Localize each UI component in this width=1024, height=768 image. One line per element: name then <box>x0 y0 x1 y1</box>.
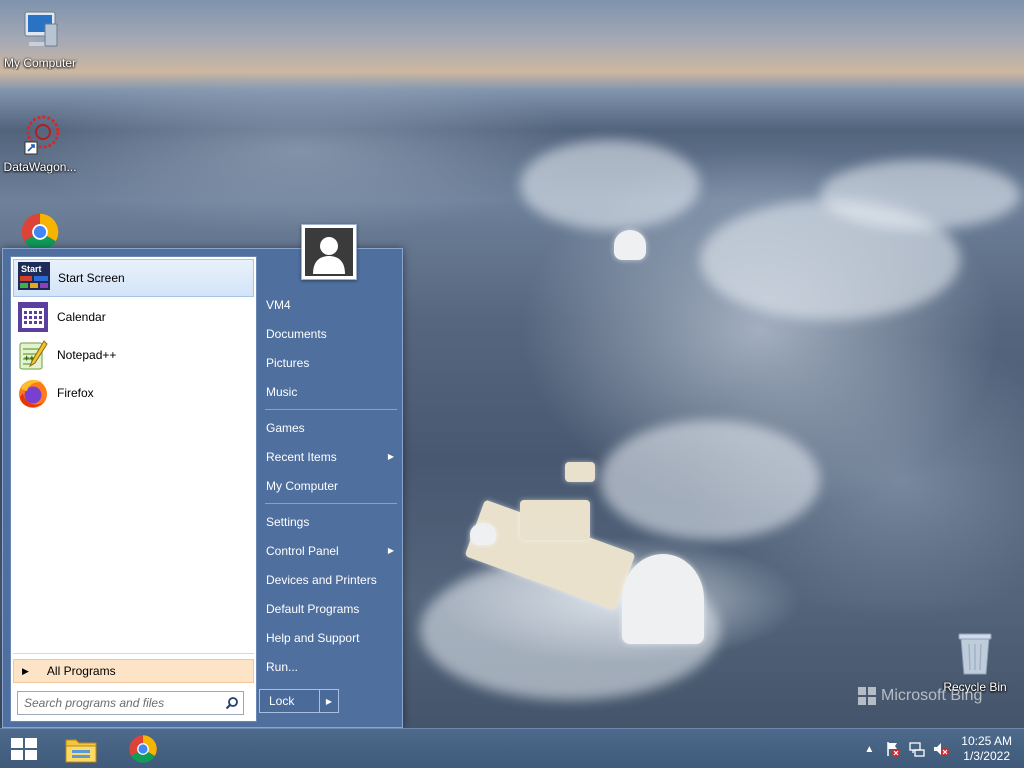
desktop-icon-datawagon[interactable]: DataWagon... <box>0 112 80 174</box>
chrome-icon <box>21 213 59 251</box>
right-item-label: Settings <box>266 514 310 529</box>
action-center-flag-icon[interactable] <box>883 739 903 759</box>
user-avatar[interactable] <box>301 224 357 280</box>
lock-button-group: Lock ▶ <box>259 689 339 713</box>
clock-time: 10:25 AM <box>961 734 1012 748</box>
right-item-label: Devices and Printers <box>266 572 377 587</box>
start-menu: Start Start Screen Calendar ++ Notepad++… <box>2 224 403 728</box>
recycle-bin-icon <box>958 633 992 675</box>
watermark-text: Microsoft Bing <box>881 687 983 704</box>
program-label: Calendar <box>57 310 106 324</box>
right-item-documents[interactable]: Documents <box>260 319 398 348</box>
taskbar: ▲ 10:25 AM 1/3/2022 <box>0 728 1024 768</box>
program-calendar[interactable]: Calendar <box>13 298 254 336</box>
right-item-label: Recent Items <box>266 449 337 464</box>
start-menu-programs-pane: Start Start Screen Calendar ++ Notepad++… <box>10 256 257 722</box>
right-item-settings[interactable]: Settings <box>260 507 398 536</box>
divider <box>265 409 397 410</box>
start-screen-icon: Start <box>18 262 50 290</box>
right-item-label: Music <box>266 384 298 399</box>
right-item-my-computer[interactable]: My Computer <box>260 471 398 500</box>
right-item-label: Documents <box>266 326 327 341</box>
desktop-icon-label: My Computer <box>3 56 77 70</box>
volume-muted-icon[interactable] <box>931 739 951 759</box>
start-button[interactable] <box>2 731 46 767</box>
program-label: Firefox <box>57 386 94 400</box>
folder-icon <box>65 739 97 763</box>
taskbar-chrome[interactable] <box>121 731 165 767</box>
right-item-label: VM4 <box>266 297 291 312</box>
right-item-label: Help and Support <box>266 630 360 645</box>
right-item-label: Games <box>266 420 305 435</box>
program-start-screen[interactable]: Start Start Screen <box>13 259 254 297</box>
all-programs-button[interactable]: ▶ All Programs <box>13 659 254 683</box>
clock-date: 1/3/2022 <box>963 749 1010 763</box>
all-programs-label: All Programs <box>46 664 116 678</box>
divider <box>13 653 254 654</box>
right-item-pictures[interactable]: Pictures <box>260 348 398 377</box>
submenu-arrow-icon: ▶ <box>387 452 394 461</box>
right-item-devices-printers[interactable]: Devices and Printers <box>260 565 398 594</box>
computer-icon <box>24 11 58 47</box>
chrome-icon <box>129 735 157 763</box>
program-firefox[interactable]: Firefox <box>13 374 254 412</box>
notepadpp-icon: ++ <box>19 340 48 370</box>
right-item-games[interactable]: Games <box>260 413 398 442</box>
windows-logo-icon <box>858 687 876 705</box>
right-item-label: Default Programs <box>266 601 360 616</box>
calendar-icon <box>18 302 48 332</box>
right-item-default-programs[interactable]: Default Programs <box>260 594 398 623</box>
program-label: Notepad++ <box>57 348 117 362</box>
right-item-label: My Computer <box>266 478 339 493</box>
search-box <box>17 691 244 715</box>
right-item-recent-items[interactable]: Recent Items ▶ <box>260 442 398 471</box>
right-item-run[interactable]: Run... <box>260 652 398 681</box>
system-tray: ▲ 10:25 AM 1/3/2022 <box>857 729 1024 768</box>
right-item-control-panel[interactable]: Control Panel ▶ <box>260 536 398 565</box>
lock-button[interactable]: Lock <box>260 690 320 712</box>
desktop-icon-my-computer[interactable]: My Computer <box>0 8 80 70</box>
triangle-right-icon: ▶ <box>22 665 29 676</box>
right-item-vm4[interactable]: VM4 <box>260 290 398 319</box>
submenu-arrow-icon: ▶ <box>387 546 394 555</box>
right-item-label: Run... <box>266 659 299 674</box>
right-item-label: Control Panel <box>266 543 339 558</box>
right-item-help-support[interactable]: Help and Support <box>260 623 398 652</box>
search-icon[interactable] <box>221 692 243 714</box>
svg-text:Start: Start <box>21 264 42 274</box>
desktop-icon-recycle-bin[interactable]: Recycle Bin <box>935 630 1015 694</box>
search-input[interactable] <box>18 693 221 713</box>
network-icon[interactable] <box>907 739 927 759</box>
desktop-icon-label: DataWagon... <box>3 160 77 174</box>
power-options-arrow-icon[interactable]: ▶ <box>320 690 338 712</box>
firefox-icon <box>19 379 47 408</box>
bing-watermark: Microsoft Bing <box>857 686 982 706</box>
windows-logo-icon <box>11 738 37 760</box>
taskbar-file-explorer[interactable] <box>59 731 103 767</box>
program-notepadpp[interactable]: ++ Notepad++ <box>13 336 254 374</box>
right-item-label: Pictures <box>266 355 310 370</box>
divider <box>265 503 397 504</box>
program-label: Start Screen <box>58 271 125 285</box>
clock[interactable]: 10:25 AM 1/3/2022 <box>961 734 1012 764</box>
chevron-up-icon[interactable]: ▲ <box>859 739 879 759</box>
svg-text:++: ++ <box>24 353 35 363</box>
user-avatar-icon <box>313 237 345 274</box>
datawagon-shortcut-icon <box>24 115 60 155</box>
right-item-music[interactable]: Music <box>260 377 398 406</box>
lock-label: Lock <box>269 694 295 708</box>
